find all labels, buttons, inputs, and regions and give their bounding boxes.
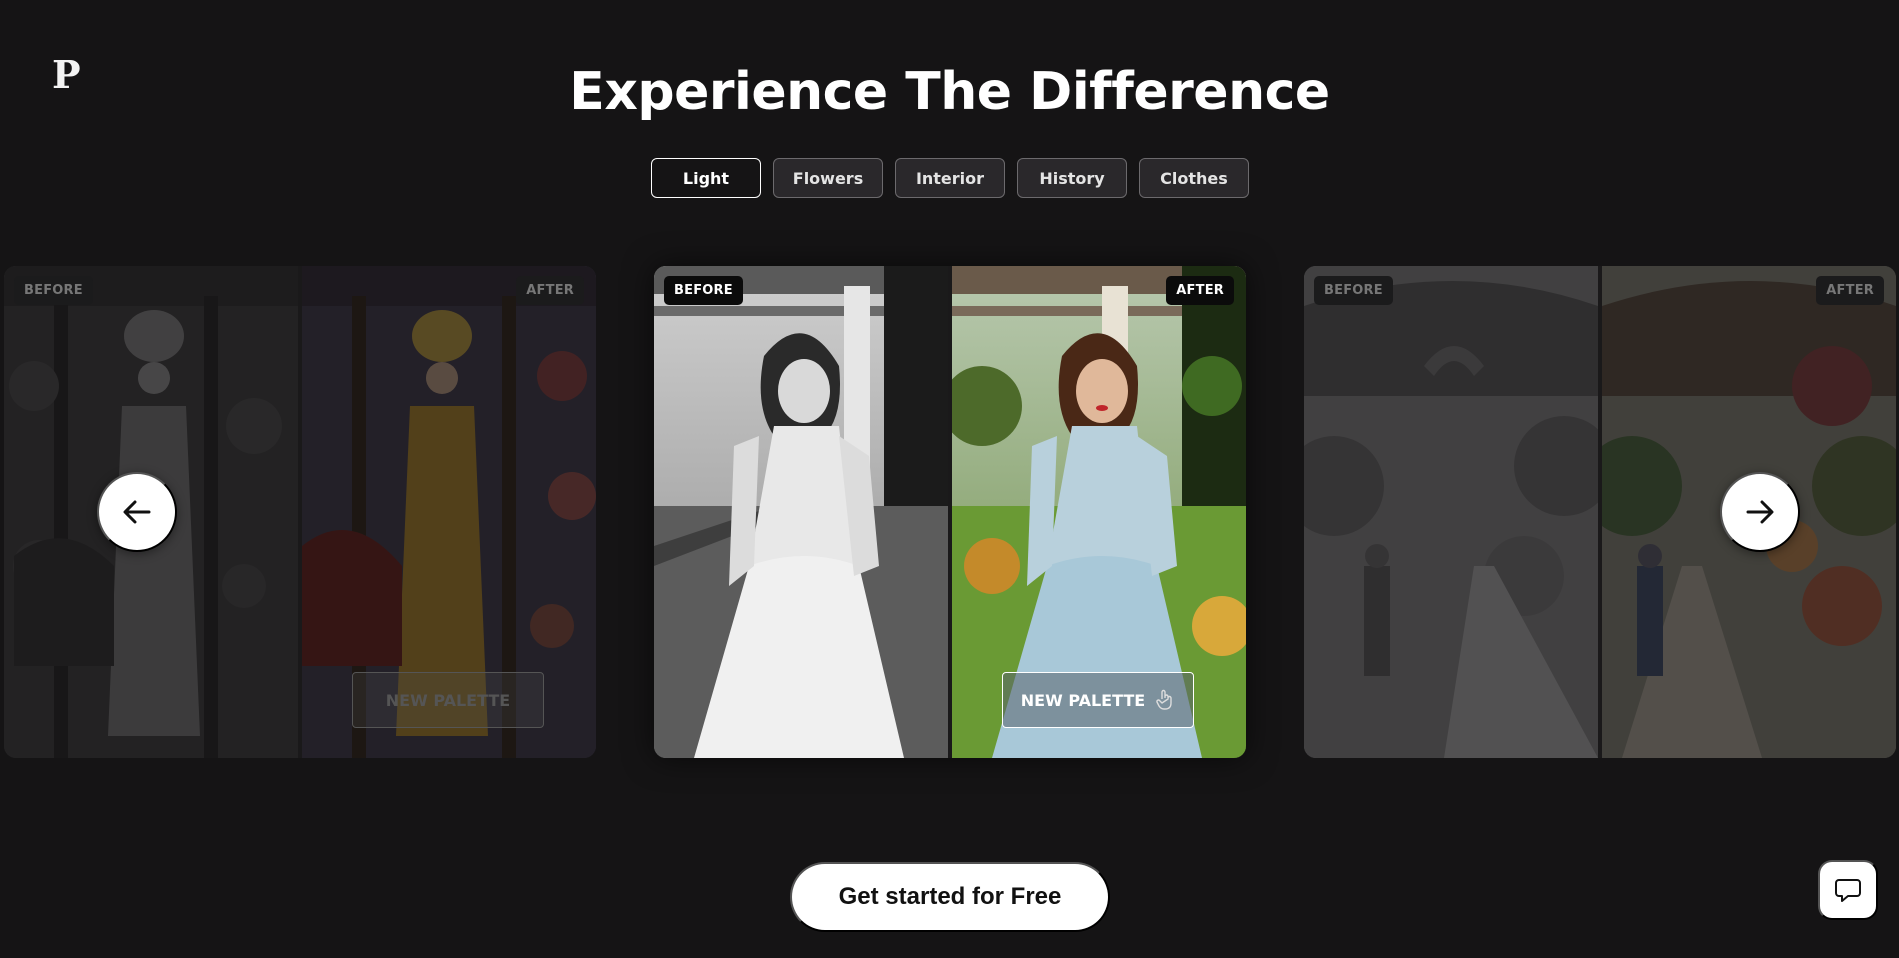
- after-image: AFTER NEW PALETTE: [952, 266, 1246, 758]
- before-photo: [1304, 266, 1598, 758]
- tab-flowers[interactable]: Flowers: [773, 158, 883, 198]
- after-badge: AFTER: [1166, 276, 1234, 305]
- new-palette-button[interactable]: NEW PALETTE: [352, 672, 544, 728]
- chat-bubble-icon: [1835, 879, 1861, 902]
- after-image: AFTER NEW PALETTE: [302, 266, 596, 758]
- tab-clothes[interactable]: Clothes: [1139, 158, 1249, 198]
- after-badge: AFTER: [1816, 276, 1884, 305]
- arrow-left-icon: [123, 500, 151, 524]
- before-badge: BEFORE: [14, 276, 93, 305]
- carousel-card-previous[interactable]: BEFORE AFTER NEW PALETTE: [4, 266, 596, 758]
- before-badge: BEFORE: [664, 276, 743, 305]
- tab-light[interactable]: Light: [651, 158, 761, 198]
- new-palette-label: NEW PALETTE: [1020, 690, 1146, 710]
- page: P Experience The Difference Light Flower…: [0, 0, 1899, 958]
- carousel-prev-button[interactable]: [97, 472, 177, 552]
- category-tabs: Light Flowers Interior History Clothes: [651, 158, 1249, 198]
- tab-history[interactable]: History: [1017, 158, 1127, 198]
- tab-interior[interactable]: Interior: [895, 158, 1005, 198]
- new-palette-button[interactable]: NEW PALETTE: [1002, 672, 1194, 728]
- before-badge: BEFORE: [1314, 276, 1393, 305]
- carousel-card-current[interactable]: BEFORE AFTER NEW PALETTE: [654, 266, 1246, 758]
- before-image: BEFORE: [1304, 266, 1598, 758]
- after-badge: AFTER: [516, 276, 584, 305]
- carousel-card-next[interactable]: BEFORE AFTER: [1304, 266, 1896, 758]
- page-title: Experience The Difference: [569, 62, 1330, 122]
- get-started-button[interactable]: Get started for Free: [790, 862, 1110, 932]
- before-photo: [654, 266, 948, 758]
- hand-pointer-icon: [1156, 689, 1172, 710]
- new-palette-label: NEW PALETTE: [385, 690, 511, 710]
- before-image: BEFORE: [654, 266, 948, 758]
- chat-button[interactable]: [1818, 860, 1878, 920]
- arrow-right-icon: [1746, 500, 1774, 524]
- carousel-next-button[interactable]: [1720, 472, 1800, 552]
